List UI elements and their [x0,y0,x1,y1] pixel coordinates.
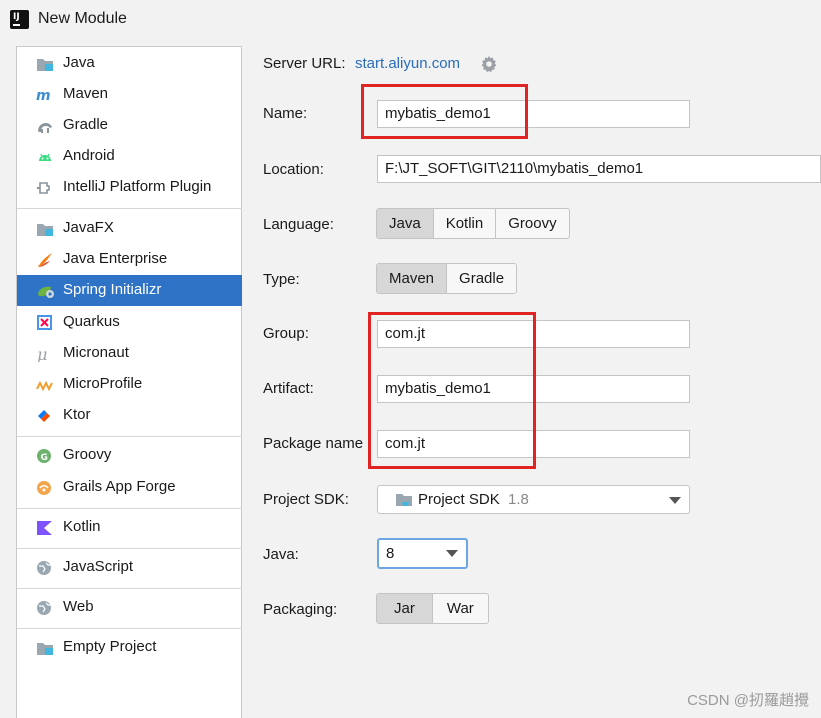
java-version-dropdown[interactable]: 8 [377,538,468,569]
sidebar-divider [17,208,242,209]
java-enterprise-icon [36,251,54,269]
sidebar-divider [17,508,242,509]
svg-text:G: G [41,453,48,463]
sidebar-divider [17,628,242,629]
window-title: New Module [38,10,127,27]
location-field[interactable]: F:\JT_SOFT\GIT\2110\mybatis_demo1 [377,155,821,183]
language-label: Language: [263,216,334,233]
artifact-field[interactable]: mybatis_demo1 [377,375,690,403]
project-sdk-dropdown[interactable]: Project SDK 1.8 [377,485,690,514]
packaging-segmented-control: Jar War [376,593,489,624]
packaging-option-jar[interactable]: Jar [377,594,432,623]
folder-icon [36,220,54,238]
type-option-gradle[interactable]: Gradle [446,264,516,293]
globe-icon [36,599,54,617]
sidebar-item-javafx[interactable]: JavaFX [17,213,242,244]
language-option-groovy[interactable]: Groovy [495,209,568,238]
sidebar-item-microprofile[interactable]: MicroProfile [17,369,242,400]
server-url-link[interactable]: start.aliyun.com [355,55,460,72]
microprofile-icon [36,376,54,394]
android-icon [36,148,54,166]
server-url-label: Server URL: [263,55,346,72]
group-label: Group: [263,325,309,342]
name-field[interactable]: mybatis_demo1 [377,100,690,128]
title-bar: IJ New Module [0,0,821,40]
sdk-version: 1.8 [508,491,529,508]
type-label: Type: [263,271,300,288]
language-option-java[interactable]: Java [377,209,433,238]
sidebar-item-javascript[interactable]: JavaScript [17,552,242,583]
grails-icon [36,479,54,497]
sidebar-divider [17,588,242,589]
chevron-down-icon [669,497,681,504]
sidebar-item-spring-initializr[interactable]: Spring Initializr [17,275,242,306]
package-name-field[interactable]: com.jt [377,430,690,458]
micronaut-icon: μ [36,345,54,363]
type-segmented-control: Maven Gradle [376,263,518,294]
folder-icon [36,55,54,73]
ktor-icon [36,407,54,425]
spring-icon [36,282,54,300]
gradle-icon [36,117,54,135]
maven-icon: m [36,86,54,104]
sidebar-item-web[interactable]: Web [17,592,242,623]
globe-icon [36,559,54,577]
svg-text:m: m [36,88,51,103]
group-field[interactable]: com.jt [377,320,690,348]
sidebar-item-android[interactable]: Android [17,141,242,172]
sidebar-item-quarkus[interactable]: Quarkus [17,307,242,338]
gear-icon[interactable] [480,55,498,73]
plugin-icon [36,179,54,197]
folder-icon [36,639,54,657]
sidebar-item-java-enterprise[interactable]: Java Enterprise [17,244,242,275]
sidebar-item-groovy[interactable]: G Groovy [17,440,242,471]
sidebar-item-ktor[interactable]: Ktor [17,400,242,431]
chevron-down-icon [446,550,458,557]
sidebar-item-grails-app-forge[interactable]: Grails App Forge [17,472,242,503]
sdk-folder-icon [395,492,413,512]
location-label: Location: [263,161,324,178]
sdk-name: Project SDK [418,491,500,508]
sidebar-item-micronaut[interactable]: μ Micronaut [17,338,242,369]
svg-text:μ: μ [37,346,47,362]
sidebar-divider [17,548,242,549]
artifact-label: Artifact: [263,380,314,397]
name-label: Name: [263,105,308,122]
language-segmented-control: Java Kotlin Groovy [376,208,570,239]
sidebar-item-maven[interactable]: m Maven [17,79,242,110]
java-version-label: Java: [263,546,299,563]
sidebar-item-empty-project[interactable]: Empty Project [17,632,242,663]
module-type-sidebar: Java m Maven Gradle Android IntelliJ Pla… [16,46,242,718]
intellij-app-icon: IJ [8,8,31,31]
type-option-maven[interactable]: Maven [377,264,447,293]
language-option-kotlin[interactable]: Kotlin [432,209,496,238]
project-sdk-label: Project SDK: [263,491,349,508]
sidebar-divider [17,436,242,437]
sidebar-item-java[interactable]: Java [17,48,242,79]
java-version-value: 8 [386,545,395,562]
kotlin-icon [36,519,54,537]
package-name-label: Package name [263,435,364,452]
sidebar-item-intellij-platform-plugin[interactable]: IntelliJ Platform Plugin [17,172,242,203]
quarkus-icon [36,314,54,332]
sidebar-item-gradle[interactable]: Gradle [17,110,242,141]
sidebar-item-kotlin[interactable]: Kotlin [17,512,242,543]
packaging-label: Packaging: [263,601,338,618]
groovy-icon: G [36,447,54,465]
watermark: CSDN @扨羅趙攪 [687,692,809,709]
packaging-option-war[interactable]: War [431,594,488,623]
